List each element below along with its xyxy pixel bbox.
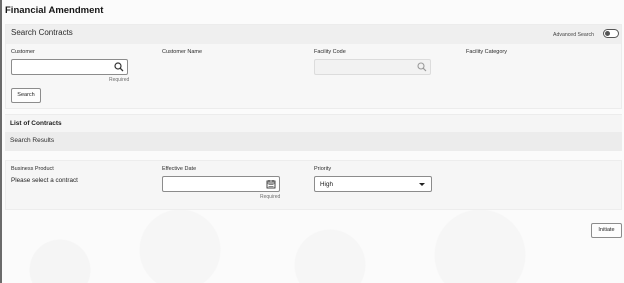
list-of-contracts-header: List of Contracts: [5, 114, 622, 132]
search-icon[interactable]: [114, 62, 124, 72]
search-panel-header: Search Contracts Advanced Search: [6, 25, 621, 44]
search-panel-title: Search Contracts: [11, 28, 73, 37]
calendar-icon[interactable]: [266, 179, 276, 189]
chevron-down-icon: [419, 183, 425, 186]
page-title: Financial Amendment: [5, 5, 104, 16]
priority-label: Priority: [314, 166, 332, 172]
toggle-knob: [605, 31, 610, 36]
search-results-bar[interactable]: Search Results: [5, 132, 622, 151]
search-icon[interactable]: [417, 62, 427, 72]
left-border: [0, 0, 2, 283]
priority-select[interactable]: High: [314, 176, 432, 192]
search-contracts-panel: Search Contracts Advanced Search Custome…: [5, 24, 622, 109]
facility-category-label: Facility Category: [466, 49, 507, 55]
initiate-button[interactable]: Initiate: [591, 223, 622, 238]
customer-input[interactable]: [11, 59, 128, 75]
business-product-value: Please select a contract: [11, 177, 78, 184]
advanced-search-label: Advanced Search: [553, 32, 594, 38]
effective-date-input[interactable]: [162, 176, 280, 192]
effective-date-required-hint: Required: [260, 194, 281, 200]
priority-value: High: [320, 181, 333, 188]
customer-label: Customer: [11, 49, 35, 55]
facility-code-input[interactable]: [314, 59, 431, 75]
customer-name-label: Customer Name: [162, 49, 203, 55]
customer-required-hint: Required: [109, 77, 130, 83]
list-of-contracts-title: List of Contracts: [10, 120, 62, 127]
effective-date-label: Effective Date: [162, 166, 197, 172]
search-button[interactable]: Search: [11, 88, 41, 103]
advanced-search-toggle[interactable]: [603, 29, 619, 38]
business-product-label: Business Product: [11, 166, 54, 172]
facility-code-label: Facility Code: [314, 49, 346, 55]
search-results-title: Search Results: [10, 137, 55, 144]
contract-details-panel: Business Product Please select a contrac…: [5, 160, 622, 210]
